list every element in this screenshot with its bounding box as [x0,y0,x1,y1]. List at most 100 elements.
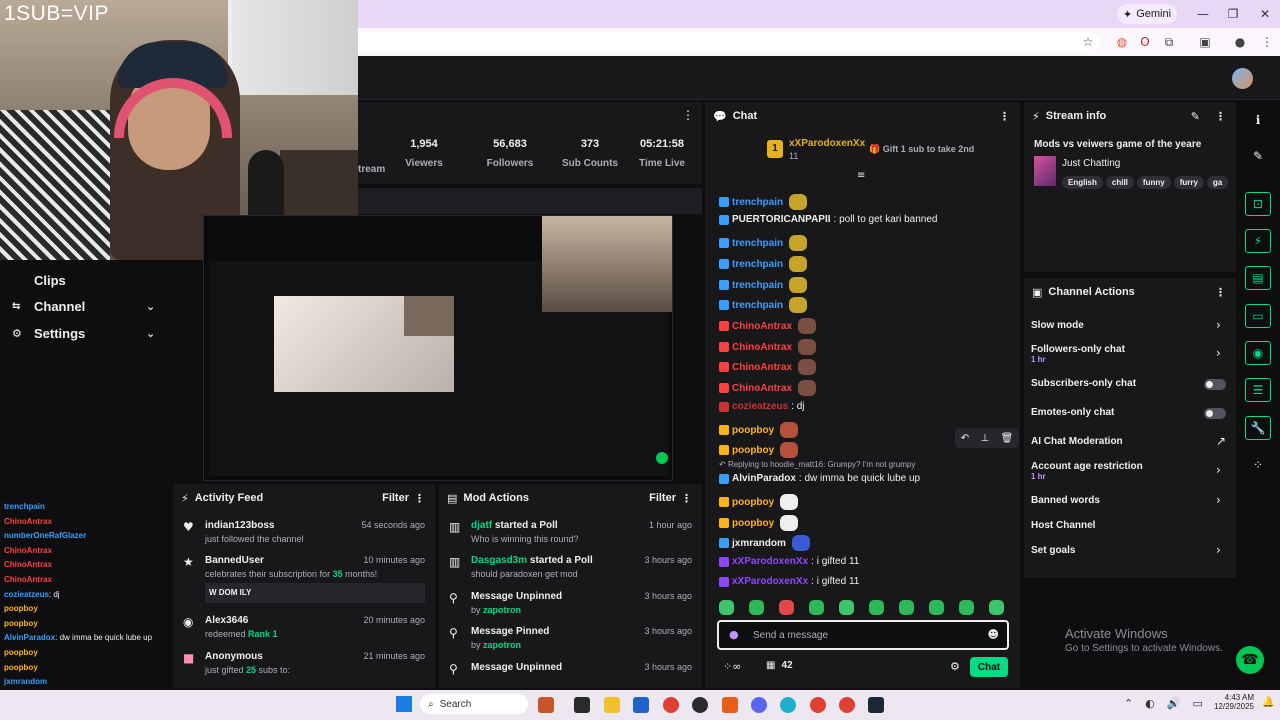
windows-start-icon[interactable] [396,696,412,712]
emote-icon[interactable] [749,600,764,615]
file-explorer-icon[interactable] [604,697,620,713]
feed-name[interactable]: indian123boss [205,520,274,531]
chevron-right-icon[interactable]: › [1216,346,1221,360]
chevron-right-icon[interactable]: › [1216,463,1221,477]
mod-name[interactable]: Dasgasd3m [471,555,527,566]
leaderboard-name[interactable]: xXParodoxenXx [789,138,865,149]
taskbar-app-icon[interactable] [538,697,554,713]
stream-tag[interactable]: furry [1173,176,1204,189]
chat-username[interactable]: trenchpain [732,259,783,270]
emote-icon[interactable] [809,600,824,615]
stream-tag[interactable]: ga [1206,176,1229,189]
task-view-icon[interactable] [574,697,590,713]
chrome-icon[interactable] [810,697,826,713]
star-icon[interactable]: ☆ [1080,34,1096,50]
puzzle-icon[interactable]: ⧉ [1161,34,1177,50]
clip-icon[interactable]: ⊡ [1245,192,1271,216]
more-options-icon[interactable]: ⋮ [999,110,1010,123]
chat-username[interactable]: trenchpain [732,238,783,249]
emote-picker-icon[interactable]: ☻ [988,628,999,641]
extension-icon[interactable]: ◍ [1114,34,1130,50]
stream-tag[interactable]: English [1062,176,1103,189]
channel-action-item[interactable]: Slow mode [1031,320,1084,331]
app-a-icon[interactable] [722,697,738,713]
chat-input[interactable]: ● Send a message ☻ [717,620,1009,650]
mod-name[interactable]: djatf [471,520,492,531]
help-chat-icon[interactable]: ☎ [1236,646,1264,674]
channel-action-item[interactable]: AI Chat Moderation [1031,436,1123,447]
stream-tag[interactable]: funny [1136,176,1171,189]
sidebar-item-channel[interactable]: ⇆ Channel ⌄ [12,296,155,316]
close-window-button[interactable]: ✕ [1254,4,1276,24]
chat-username[interactable]: xXParodoxenXx [732,556,808,567]
taskbar-search[interactable]: ⌕ Search [420,694,528,714]
battery-icon[interactable]: ▭ [1193,697,1203,710]
emote-icon[interactable] [869,600,884,615]
emote-icon[interactable] [899,600,914,615]
channel-action-item[interactable]: Host Channel [1031,520,1095,531]
edge-icon[interactable] [780,697,796,713]
network-icon[interactable]: ◐ [1145,697,1155,710]
chat-username[interactable]: ChinoAntrax [732,383,792,394]
edit-icon[interactable]: ✎ [1191,110,1200,123]
chevron-right-icon[interactable]: › [1216,543,1221,557]
more-options-icon[interactable]: ⋮ [681,492,692,505]
stream-tag[interactable]: chill [1105,176,1134,189]
channel-points[interactable]: ▦ 42 [766,660,793,671]
channel-action-item[interactable]: Subscribers-only chat [1031,378,1136,389]
microphone-icon[interactable]: ● [729,628,739,641]
toggle-switch[interactable] [1204,379,1226,390]
chat-username[interactable]: AlvinParadox [732,473,796,484]
taskbar-clock[interactable]: 4:43 AM 12/29/2025 [1210,693,1254,711]
community-icon[interactable]: ⁘∞ [723,660,741,673]
filter-button[interactable]: Filter [382,492,409,504]
chat-username[interactable]: cozieatzeus [732,401,788,412]
document-icon[interactable]: ▤ [1245,266,1271,290]
mod-by[interactable]: zapotron [483,605,521,615]
feed-name[interactable]: Anonymous [205,651,263,662]
sidebar-item-settings[interactable]: ⚙ Settings ⌄ [12,323,155,343]
discord-icon[interactable] [751,697,767,713]
stream-preview[interactable] [203,215,673,481]
emote-icon[interactable] [959,600,974,615]
chat-username[interactable]: ChinoAntrax [732,321,792,332]
emote-icon[interactable] [719,600,734,615]
edit-icon[interactable]: ✎ [1245,144,1271,168]
system-tray[interactable]: ⌃ ◐ 🔊 ▭ [1124,697,1203,710]
store-icon[interactable] [633,697,649,713]
emote-icon[interactable] [929,600,944,615]
chat-username[interactable]: ChinoAntrax [732,362,792,373]
url-field[interactable] [340,32,1100,52]
chat-username[interactable]: trenchpain [732,197,783,208]
chat-username[interactable]: xXParodoxenXx [732,576,808,587]
chat-username[interactable]: poopboy [732,518,774,529]
external-link-icon[interactable]: ↗ [1216,434,1226,448]
chat-bubble-icon[interactable]: ▭ [1245,304,1271,328]
sidebar-item-clips[interactable]: Clips [34,270,66,290]
bolt-icon[interactable]: ⚡ [1245,229,1271,253]
chat-username[interactable]: ChinoAntrax [732,342,792,353]
info-icon[interactable]: ℹ [1245,108,1271,132]
layout-icon[interactable]: ☰ [1245,378,1271,402]
filter-button[interactable]: Filter [649,492,676,504]
wrench-icon[interactable]: 🔧 [1245,416,1271,440]
community-icon[interactable]: ⁘ [1245,453,1271,477]
chevron-down-icon[interactable]: ⌄ [146,300,155,313]
more-options-icon[interactable]: ⋮ [682,108,694,122]
gemini-button[interactable]: ✦ Gemini [1117,4,1177,24]
delete-icon[interactable]: 🗑 [1001,433,1014,444]
channel-action-item[interactable]: Banned words [1031,495,1100,506]
volume-icon[interactable]: 🔊 [1167,697,1181,710]
channel-action-item[interactable]: Set goals [1031,545,1075,556]
chat-username[interactable]: poopboy [732,425,774,436]
opera-icon[interactable]: O [1137,34,1153,50]
broadcast-icon[interactable]: ◉ [1245,341,1271,365]
chevron-up-icon[interactable]: ⌃ [1124,697,1133,710]
maximize-button[interactable]: ❐ [1222,4,1244,24]
menu-icon[interactable]: ⋮ [1259,34,1275,50]
avatar[interactable] [1232,68,1253,89]
chat-username[interactable]: trenchpain [732,300,783,311]
chat-username[interactable]: PUERTORICANPAPII [732,214,831,225]
chat-settings-icon[interactable]: ⚙ [950,660,960,673]
chat-username[interactable]: trenchpain [732,280,783,291]
